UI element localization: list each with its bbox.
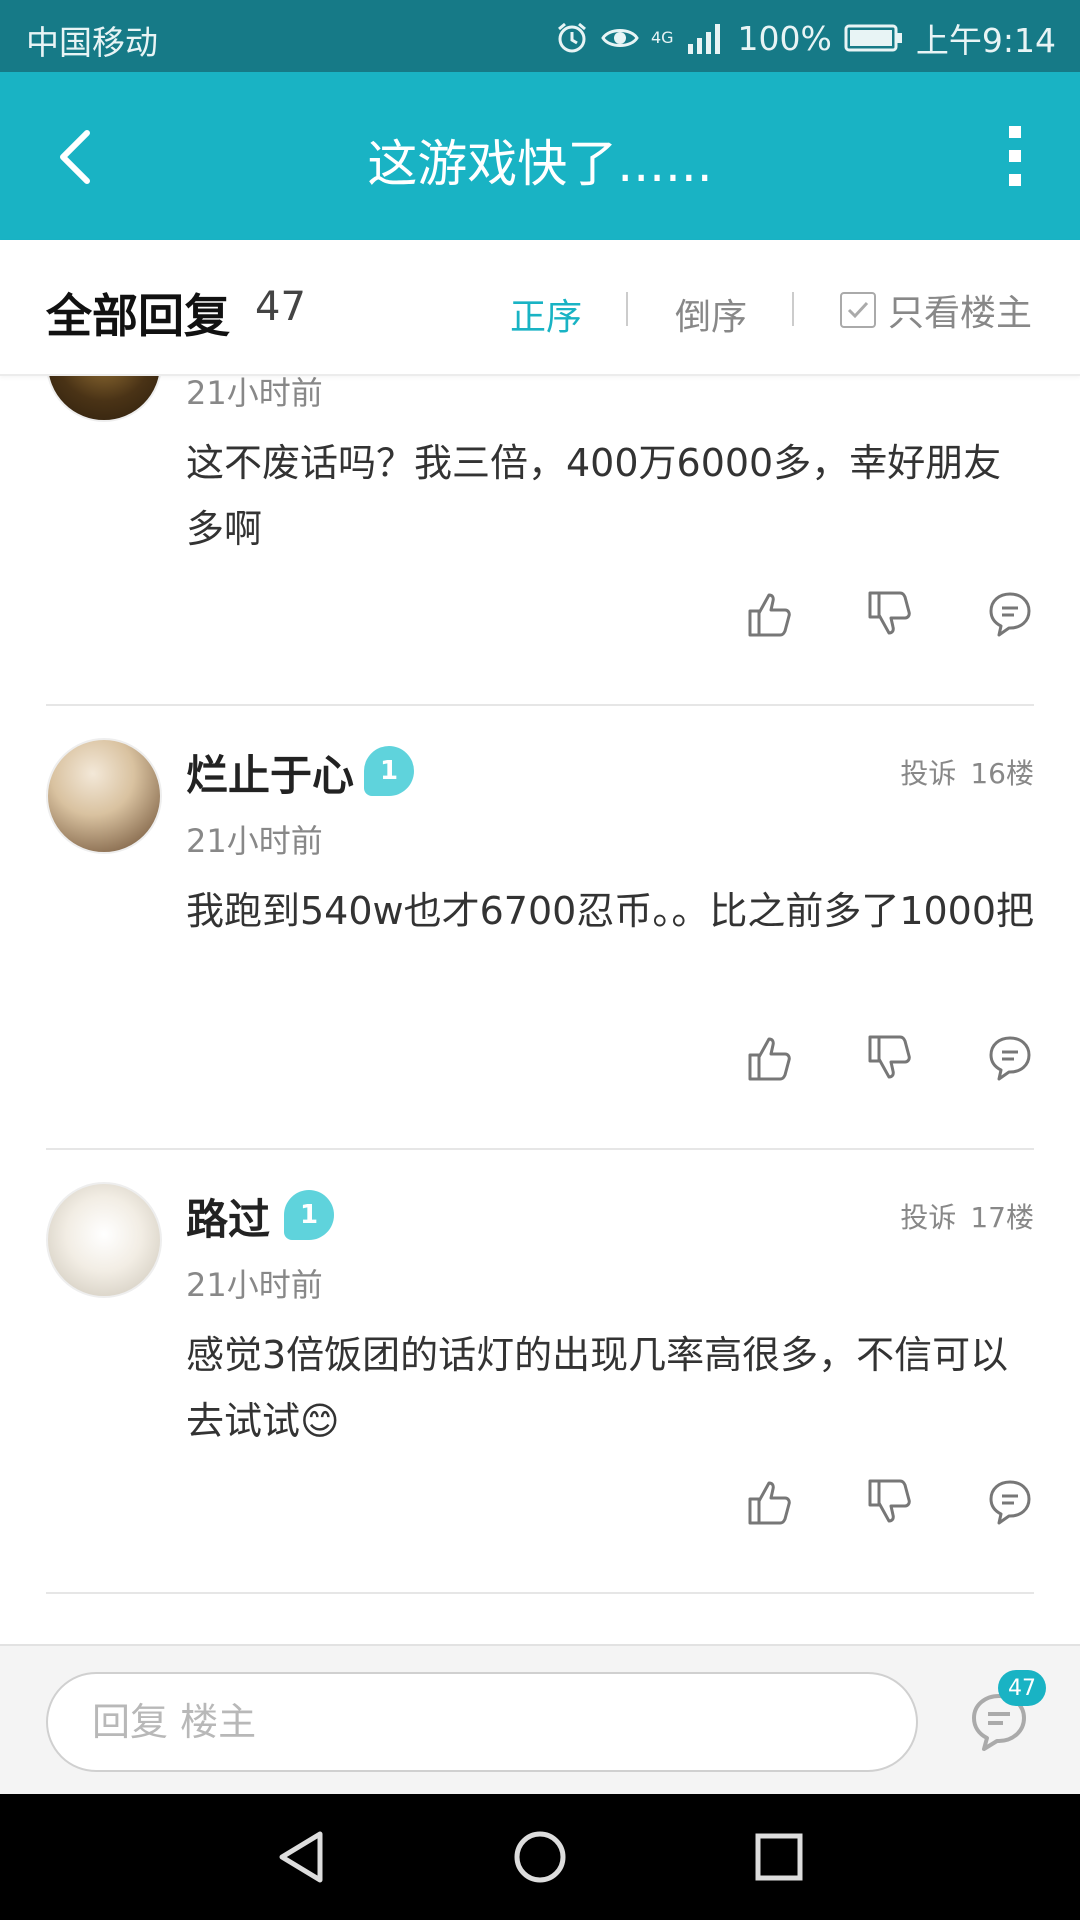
reply-list[interactable]: 21小时前 这不废话吗？我三倍，400万6000多，幸好朋友多啊 烂止于心 1 …: [0, 376, 1080, 1644]
battery-icon: [844, 24, 902, 52]
page-title: 这游戏快了......: [367, 135, 713, 193]
post-actions: [746, 1476, 1034, 1528]
post-time: 21小时前: [186, 822, 323, 860]
divider: [46, 1592, 1034, 1594]
more-vertical-icon: [1009, 126, 1021, 138]
post-actions: [746, 1032, 1034, 1084]
comment-button[interactable]: [986, 1476, 1034, 1528]
only-op-label: 只看楼主: [888, 293, 1033, 334]
comment-icon: [989, 592, 1031, 637]
username[interactable]: 烂止于心: [186, 742, 354, 803]
nav-back-button[interactable]: [268, 1824, 334, 1890]
title-bar: 这游戏快了......: [0, 72, 1080, 240]
avatar[interactable]: [46, 738, 162, 854]
comment-button[interactable]: [986, 588, 1034, 640]
post-meta: 投诉 17楼: [900, 1196, 1034, 1236]
eye-comfort-icon: [601, 29, 639, 47]
post-text: 我跑到540w也才6700忍币。。比之前多了1000把: [186, 889, 1035, 933]
level-badge: 1: [364, 746, 414, 796]
like-button[interactable]: [746, 1032, 794, 1084]
post-text: 这不废话吗？我三倍，400万6000多，幸好朋友多啊: [186, 441, 1002, 551]
comment-icon: [989, 1036, 1031, 1081]
thumbs-up-icon: [748, 593, 791, 637]
report-link[interactable]: 投诉: [900, 752, 956, 792]
username[interactable]: 路过: [186, 1186, 270, 1247]
reply-header: 全部回复 47 正序 倒序 只看楼主: [0, 240, 1080, 376]
post-actions: [746, 588, 1034, 640]
post-meta: 投诉 16楼: [900, 752, 1034, 792]
square-recents-icon: [755, 1833, 803, 1881]
carrier-name: 中国移动: [26, 23, 158, 62]
level-badge: 1: [284, 1190, 334, 1240]
report-link[interactable]: 投诉: [900, 1196, 956, 1236]
checkbox-icon: [840, 292, 876, 328]
floor-number: 17楼: [970, 1201, 1034, 1234]
list-item: 烂止于心 1 投诉 16楼 21小时前 我跑到540w也才6700忍币。。比之前…: [0, 706, 1080, 1150]
signal-icon: [687, 24, 720, 54]
avatar[interactable]: [46, 376, 162, 422]
thumbs-up-icon: [748, 1037, 791, 1081]
sort-ascending-tab[interactable]: 正序: [510, 288, 582, 340]
reply-count: 47: [255, 284, 306, 330]
thumbs-down-icon: [868, 1479, 911, 1523]
network-type: 4G: [650, 28, 674, 47]
post-time: 21小时前: [186, 376, 323, 412]
nav-home-button[interactable]: [507, 1824, 573, 1890]
only-op-toggle[interactable]: 只看楼主: [840, 284, 1032, 336]
status-bar: 中国移动 4G 100% 上午9:14: [0, 0, 1080, 72]
sort-descending-tab[interactable]: 倒序: [675, 288, 747, 340]
comment-icon: [989, 1480, 1031, 1525]
thumbs-down-icon: [868, 1035, 911, 1079]
triangle-back-icon: [279, 1831, 323, 1883]
avatar[interactable]: [46, 1182, 162, 1298]
battery-percent: 100%: [737, 18, 832, 58]
dislike-button[interactable]: [866, 1032, 914, 1084]
more-options-button[interactable]: [990, 126, 1040, 186]
nav-recents-button[interactable]: [746, 1824, 812, 1890]
clock: 上午9:14: [915, 21, 1056, 60]
circle-home-icon: [514, 1831, 566, 1883]
comment-count-badge: 47: [998, 1670, 1046, 1706]
list-item: 路过 1 投诉 17楼 21小时前 感觉3倍饭团的话灯的出现几率高很多，不信可以…: [0, 1150, 1080, 1594]
thumbs-down-icon: [868, 591, 911, 635]
like-button[interactable]: [746, 1476, 794, 1528]
reply-input[interactable]: 回复 楼主: [46, 1672, 918, 1772]
post-text: 感觉3倍饭团的话灯的出现几率高很多，不信可以去试试😊: [186, 1333, 1009, 1443]
thumbs-up-icon: [748, 1481, 791, 1525]
list-item: 21小时前 这不废话吗？我三倍，400万6000多，幸好朋友多啊: [0, 376, 1080, 706]
divider: [792, 292, 794, 326]
divider: [626, 292, 628, 326]
reply-bar: 回复 楼主 47: [0, 1644, 1080, 1794]
dislike-button[interactable]: [866, 588, 914, 640]
floor-number: 16楼: [970, 757, 1034, 790]
all-replies-label: 全部回复: [46, 289, 230, 343]
like-button[interactable]: [746, 588, 794, 640]
alarm-icon: [558, 22, 586, 53]
comment-button[interactable]: [986, 1032, 1034, 1084]
post-time: 21小时前: [186, 1266, 323, 1304]
dislike-button[interactable]: [866, 1476, 914, 1528]
status-icons: 4G 100% 上午9:14: [555, 14, 1056, 62]
system-nav-bar: [0, 1794, 1080, 1920]
